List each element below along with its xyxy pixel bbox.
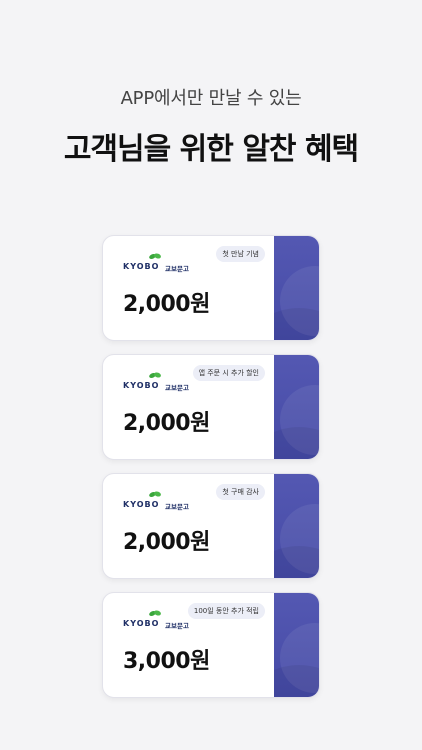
coupon-amount: 2,000원 [123,530,210,555]
coupon-stub [274,236,319,340]
brand-name: KYOBO [123,619,160,628]
kyobo-logo: KYOBO 교보문고 [123,371,193,392]
brand-name-ko: 교보문고 [165,384,189,392]
coupon-card[interactable]: KYOBO 교보문고 앱 주문 시 추가 할인 2,000원 [102,354,320,460]
coupon-tag: 앱 주문 시 추가 할인 [192,365,265,381]
leaf-icon [149,253,161,259]
coupon-card[interactable]: KYOBO 교보문고 첫 만남 기념 2,000원 [102,235,320,341]
coupon-tag: 첫 만남 기념 [216,246,265,262]
coupon-stub [274,355,319,459]
brand-name-ko: 교보문고 [165,265,189,273]
coupon-amount: 3,000원 [123,649,210,674]
brand-name: KYOBO [123,381,160,390]
coupon-amount: 2,000원 [123,411,210,436]
kyobo-logo: KYOBO 교보문고 [123,609,193,630]
leaf-icon [149,610,161,616]
page-title: 고객님을 위한 알찬 혜택 [63,132,359,167]
leaf-icon [149,372,161,378]
coupon-tag: 100일 동안 추가 적립 [187,603,265,619]
kyobo-logo: KYOBO 교보문고 [123,490,193,511]
coupon-amount: 2,000원 [123,292,210,317]
coupon-stub [274,474,319,578]
brand-name-ko: 교보문고 [165,622,189,630]
brand-name: KYOBO [123,500,160,509]
kyobo-logo: KYOBO 교보문고 [123,252,193,273]
brand-name: KYOBO [123,262,160,271]
coupon-card[interactable]: KYOBO 교보문고 100일 동안 추가 적립 3,000원 [102,592,320,698]
coupon-stub [274,593,319,697]
coupon-tag: 첫 구매 감사 [216,484,265,500]
brand-name-ko: 교보문고 [165,503,189,511]
coupon-card[interactable]: KYOBO 교보문고 첫 구매 감사 2,000원 [102,473,320,579]
subtitle: APP에서만 만날 수 있는 [120,88,302,109]
leaf-icon [149,491,161,497]
